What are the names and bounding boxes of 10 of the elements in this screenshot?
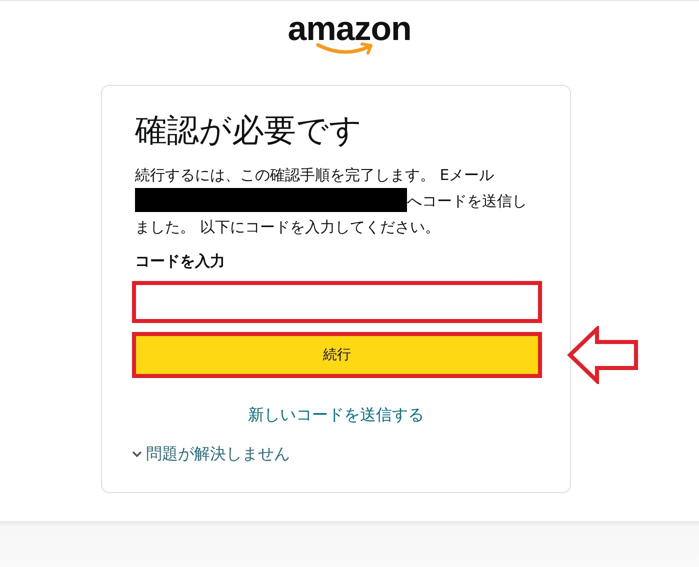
chevron-icon (132, 450, 142, 458)
card-title: 確認が必要です (135, 110, 363, 150)
message-text: 続行するには、この確認手順を完了します。 Eメール (135, 166, 494, 184)
continue-button[interactable]: 続行 (132, 332, 542, 378)
code-input-field[interactable] (132, 281, 542, 323)
message-text: へコードを送信しました。 以下にコードを入力してください。 (135, 192, 527, 236)
smile-arrow-icon (316, 42, 376, 55)
resend-code-link[interactable]: 新しいコードを送信する (248, 404, 424, 426)
logo-text: amazon (288, 13, 412, 45)
field-label: コードを入力 (135, 251, 226, 272)
